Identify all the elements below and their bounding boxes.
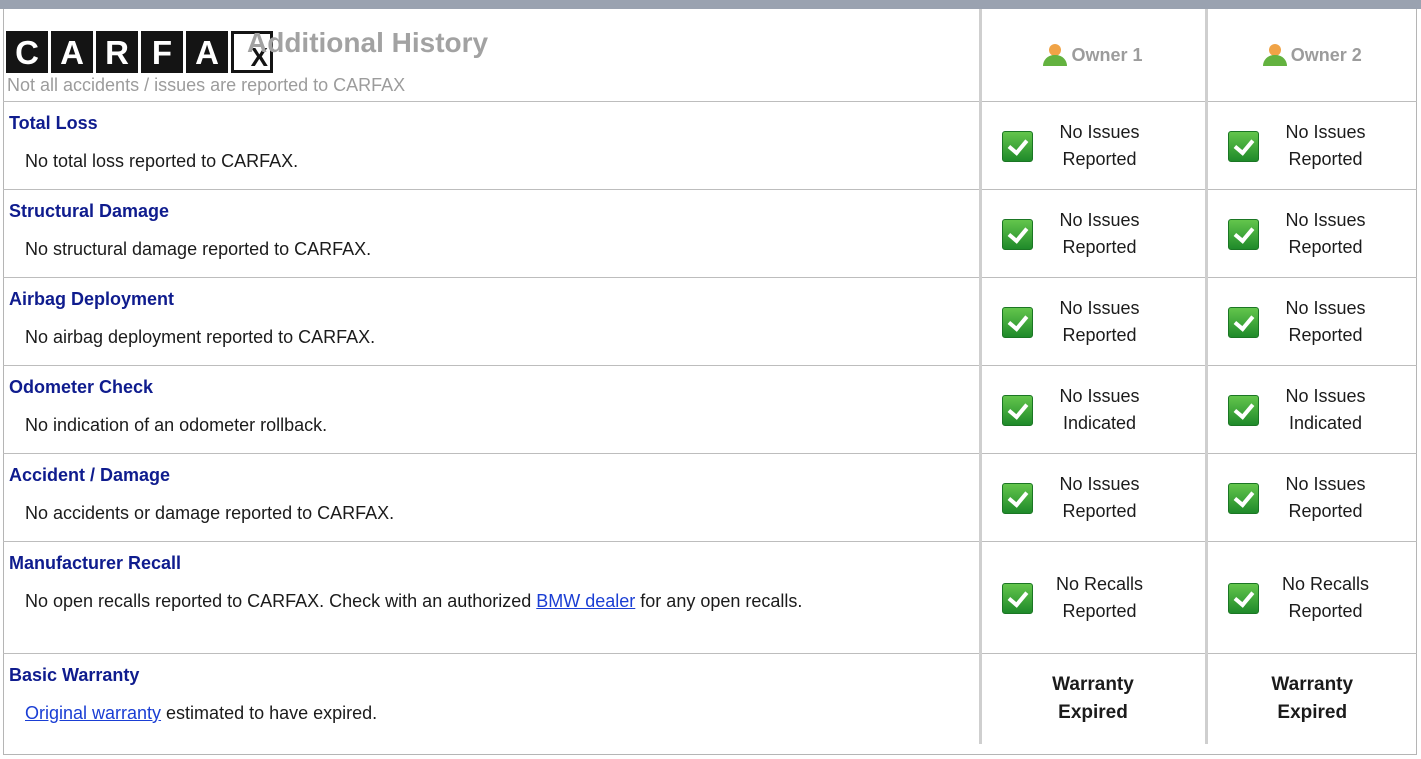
bmw-dealer-link[interactable]: BMW dealer	[536, 591, 635, 611]
check-icon	[1001, 307, 1033, 338]
check-icon	[1001, 483, 1033, 514]
logo-letter: F	[141, 31, 183, 73]
row-title: Basic Warranty	[9, 665, 140, 685]
row-title: Total Loss	[9, 113, 98, 133]
section-subtitle: Not all accidents / issues are reported …	[7, 75, 406, 95]
check-icon	[1227, 583, 1259, 614]
owner-1-header: Owner 1	[978, 9, 1206, 102]
check-icon	[1227, 395, 1259, 426]
header-row: C A R F A X Additional History Not all a…	[3, 9, 1417, 102]
history-row-airbag-deployment: Airbag Deployment No airbag deployment r…	[3, 277, 1417, 366]
logo-letter: A	[51, 31, 93, 73]
status-text: No Recalls Reported	[1281, 574, 1370, 621]
status-text: No Issues Reported	[1285, 210, 1366, 257]
check-icon	[1001, 583, 1033, 614]
row-title: Accident / Damage	[9, 465, 171, 485]
check-icon	[1227, 307, 1259, 338]
logo-letter: A	[186, 31, 228, 73]
check-icon	[1227, 483, 1259, 514]
row-description: No indication of an odometer rollback.	[25, 415, 328, 435]
owner-2-header: Owner 2	[1204, 9, 1417, 102]
history-row-manufacturer-recall: Manufacturer Recall No open recalls repo…	[3, 541, 1417, 654]
warranty-status: Warranty Expired	[1271, 673, 1354, 723]
owner-2-label: Owner 2	[1290, 44, 1362, 65]
status-text: No Issues Indicated	[1059, 386, 1140, 433]
row-title: Airbag Deployment	[9, 289, 175, 309]
row-description: No accidents or damage reported to CARFA…	[25, 503, 395, 523]
status-text: No Issues Indicated	[1285, 386, 1366, 433]
warranty-status: Warranty Expired	[1052, 673, 1134, 723]
check-icon	[1001, 219, 1033, 250]
row-description: No structural damage reported to CARFAX.	[25, 239, 372, 259]
original-warranty-link[interactable]: Original warranty	[25, 703, 161, 723]
status-text: No Issues Reported	[1059, 298, 1140, 345]
status-text: No Issues Reported	[1285, 474, 1366, 521]
history-row-odometer-check: Odometer Check No indication of an odome…	[3, 365, 1417, 454]
history-row-basic-warranty: Basic Warranty Original warranty estimat…	[3, 653, 1417, 744]
row-description: No open recalls reported to CARFAX. Chec…	[25, 591, 803, 611]
history-row-accident-damage: Accident / Damage No accidents or damage…	[3, 453, 1417, 542]
logo-letter: C	[6, 31, 48, 73]
status-text: No Issues Reported	[1059, 122, 1140, 169]
status-text: No Issues Reported	[1285, 298, 1366, 345]
top-bar	[0, 0, 1421, 9]
check-icon	[1227, 131, 1259, 162]
status-text: No Issues Reported	[1285, 122, 1366, 169]
check-icon	[1001, 131, 1033, 162]
row-title: Structural Damage	[9, 201, 170, 221]
owner-1-label: Owner 1	[1071, 44, 1143, 65]
status-text: No Issues Reported	[1059, 474, 1140, 521]
status-text: No Issues Reported	[1059, 210, 1140, 257]
row-description: Original warranty estimated to have expi…	[25, 703, 378, 723]
history-row-total-loss: Total Loss No total loss reported to CAR…	[3, 101, 1417, 190]
check-icon	[1001, 395, 1033, 426]
row-title: Odometer Check	[9, 377, 154, 397]
header-main-cell: C A R F A X Additional History Not all a…	[3, 9, 980, 102]
status-text: No Recalls Reported	[1055, 574, 1144, 621]
carfax-logo: C A R F A X	[6, 31, 273, 73]
additional-history-table: C A R F A X Additional History Not all a…	[3, 9, 1417, 744]
person-icon	[1043, 44, 1068, 66]
row-title: Manufacturer Recall	[9, 553, 182, 573]
history-row-structural-damage: Structural Damage No structural damage r…	[3, 189, 1417, 278]
section-title: Additional History	[247, 27, 489, 58]
logo-letter: R	[96, 31, 138, 73]
person-icon	[1262, 44, 1287, 66]
row-description: No total loss reported to CARFAX.	[25, 151, 299, 171]
row-description: No airbag deployment reported to CARFAX.	[25, 327, 376, 347]
check-icon	[1227, 219, 1259, 250]
